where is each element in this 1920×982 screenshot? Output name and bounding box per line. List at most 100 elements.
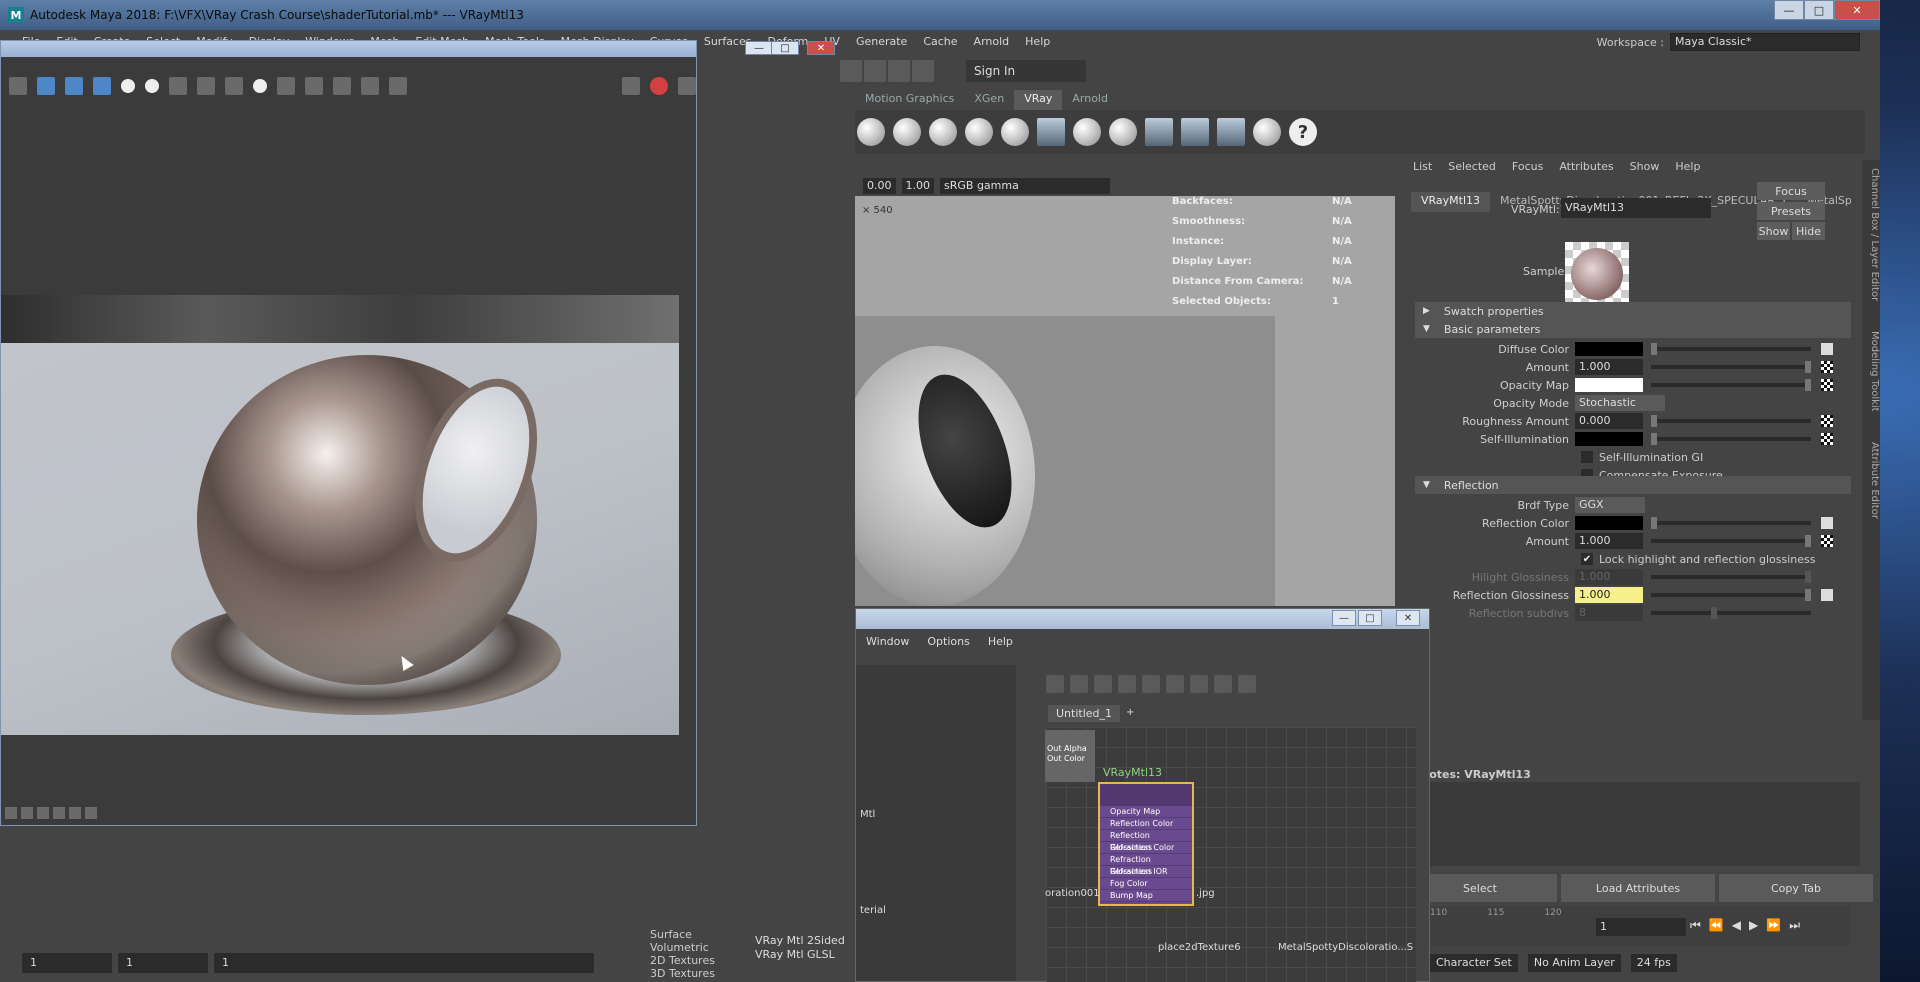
menu-cache[interactable]: Cache (923, 35, 957, 48)
exposure-field[interactable]: 0.00 (863, 178, 896, 194)
copy-tab-button[interactable]: Copy Tab (1719, 874, 1873, 902)
tab-motion-graphics[interactable]: Motion Graphics (855, 90, 964, 110)
tab-modeling-toolkit[interactable]: Modeling Toolkit (1862, 331, 1880, 412)
lightbulb-icon[interactable] (1253, 118, 1281, 146)
ies-light-icon[interactable] (965, 118, 993, 146)
sphere-light-icon[interactable] (929, 118, 957, 146)
help-icon[interactable]: ? (1289, 118, 1317, 146)
checker-map-icon[interactable] (1821, 415, 1833, 427)
color-correct-icon[interactable] (5, 807, 17, 819)
lens-fx-icon[interactable] (69, 807, 81, 819)
tab-vray[interactable]: VRay (1014, 90, 1063, 110)
browser-item[interactable]: terial (860, 905, 886, 916)
hypershade-browser[interactable]: Mtl terial (856, 665, 1016, 981)
diffuse-color-swatch[interactable] (1575, 342, 1643, 356)
self-illum-swatch[interactable] (1575, 432, 1643, 446)
link-icon[interactable] (333, 77, 351, 95)
node-port[interactable]: Fog Color (1100, 878, 1192, 890)
graph-tool-icon[interactable] (1118, 675, 1136, 693)
load-attributes-button[interactable]: Load Attributes (1561, 874, 1715, 902)
track-mouse-icon[interactable] (305, 77, 323, 95)
ae-menu-attributes[interactable]: Attributes (1559, 160, 1613, 173)
checker-map-icon[interactable] (1821, 379, 1833, 391)
presets-button[interactable]: Presets (1757, 202, 1825, 220)
fps-dropdown[interactable]: 24 fps (1630, 954, 1677, 972)
mono-icon[interactable] (145, 79, 159, 93)
vfb-close-button[interactable]: ✕ (807, 41, 835, 55)
checker-map-icon[interactable] (1821, 361, 1833, 373)
spot-light-icon[interactable] (893, 118, 921, 146)
graph-tool-icon[interactable] (1238, 675, 1256, 693)
slider-thumb[interactable] (1805, 379, 1811, 391)
ae-menu-list[interactable]: List (1413, 160, 1432, 173)
slider-thumb[interactable] (1651, 433, 1657, 445)
ae-menu-selected[interactable]: Selected (1448, 160, 1496, 173)
hs-close-button[interactable]: ✕ (1396, 610, 1420, 626)
minimize-button[interactable]: — (1774, 0, 1804, 20)
roughness-field[interactable]: 0.000 (1575, 413, 1643, 429)
graph-tool-icon[interactable] (1214, 675, 1232, 693)
test-resolution-icon[interactable] (85, 807, 97, 819)
slider-thumb[interactable] (1805, 361, 1811, 373)
sign-in-button[interactable]: Sign In (966, 60, 1086, 82)
render-icon[interactable] (622, 77, 640, 95)
field[interactable]: 1 (214, 953, 594, 973)
gamma-field[interactable]: 1.00 (901, 178, 934, 194)
vraymtl-node[interactable]: Opacity Map Reflection Color Reflection … (1098, 782, 1194, 906)
play-back-icon[interactable]: ◀ (1732, 918, 1741, 933)
map-button-icon[interactable] (1821, 517, 1833, 529)
alpha-icon[interactable] (121, 79, 135, 93)
workspace-dropdown[interactable]: Maya Classic* (1670, 33, 1860, 51)
add-tab-icon[interactable]: + (1126, 707, 1134, 718)
lut-icon[interactable] (21, 807, 33, 819)
save-icon[interactable] (169, 77, 187, 95)
node-port[interactable]: Refraction Color (1100, 842, 1192, 854)
hs-maximize-button[interactable]: □ (1358, 610, 1382, 626)
lock-highlight-checkbox[interactable]: ✔ (1581, 553, 1593, 565)
slider-thumb[interactable] (1651, 343, 1657, 355)
reflection-amount-field[interactable]: 1.000 (1575, 533, 1643, 549)
character-set-dropdown[interactable]: Character Set (1430, 954, 1518, 972)
slider-thumb[interactable] (1651, 415, 1657, 427)
reflection-glossiness-slider[interactable] (1651, 589, 1811, 601)
node-name-field[interactable]: VRayMtl13 (1561, 198, 1711, 218)
menu-arnold[interactable]: Arnold (974, 35, 1010, 48)
hypershade-icon[interactable] (912, 60, 934, 82)
browser-item[interactable]: Mtl (860, 809, 875, 820)
ae-menu-help[interactable]: Help (1675, 160, 1700, 173)
diffuse-slider[interactable] (1651, 343, 1811, 355)
graph-tool-icon[interactable] (1190, 675, 1208, 693)
menu-help[interactable]: Help (1025, 35, 1050, 48)
reflection-color-swatch[interactable] (1575, 516, 1643, 530)
slider-thumb[interactable] (1651, 517, 1657, 529)
current-frame-field[interactable]: 1 (1596, 918, 1686, 936)
vfb-canvas[interactable] (1, 101, 696, 797)
reflection-glossiness-field[interactable]: 1.000 (1575, 587, 1643, 603)
graph-tool-icon[interactable] (1142, 675, 1160, 693)
vfb-minimize-button[interactable]: — (745, 41, 773, 55)
play-forward-icon[interactable]: ▶ (1749, 918, 1758, 933)
category-item[interactable]: Surface (650, 928, 715, 941)
compare-icon[interactable] (361, 77, 379, 95)
graph-tool-icon[interactable] (1046, 675, 1064, 693)
hide-button[interactable]: Hide (1792, 222, 1825, 240)
self-illum-gi-checkbox[interactable] (1581, 451, 1593, 463)
opacity-mode-dropdown[interactable]: Stochastic (1575, 395, 1665, 411)
settings-grid-icon[interactable] (1217, 118, 1245, 146)
menu-generate[interactable]: Generate (856, 35, 907, 48)
rect-light-icon[interactable] (1037, 118, 1065, 146)
render-settings-icon[interactable] (888, 60, 910, 82)
vfb-maximize-button[interactable]: □ (771, 41, 799, 55)
node-port[interactable]: Reflection Color (1100, 818, 1192, 830)
anim-layer-dropdown[interactable]: No Anim Layer (1527, 954, 1621, 972)
ipr-icon[interactable] (864, 60, 886, 82)
map-button-icon[interactable] (1821, 589, 1833, 601)
graph-tool-icon[interactable] (1166, 675, 1184, 693)
amount-slider[interactable] (1651, 361, 1811, 373)
map-button-icon[interactable] (1821, 343, 1833, 355)
section-basic-parameters[interactable]: ▼ Basic parameters (1415, 320, 1851, 338)
material-sphere-icon[interactable] (1073, 118, 1101, 146)
ipr-icon[interactable] (678, 77, 696, 95)
maximize-button[interactable]: □ (1804, 0, 1834, 20)
graph-tool-icon[interactable] (1070, 675, 1088, 693)
